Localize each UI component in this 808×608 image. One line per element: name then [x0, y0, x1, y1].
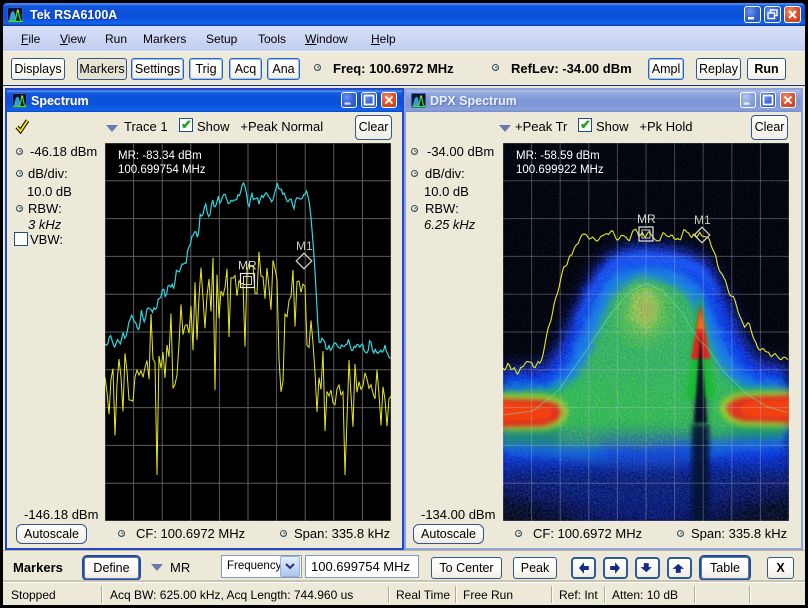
svg-text:M1: M1 [694, 213, 711, 227]
svg-text:100.699922 MHz: 100.699922 MHz [516, 164, 604, 176]
svg-text:100.699754 MHz: 100.699754 MHz [118, 164, 206, 176]
svg-text:MR: -58.59 dBm: MR: -58.59 dBm [516, 150, 600, 162]
svg-text:MR: MR [238, 259, 257, 273]
svg-text:MR: MR [637, 212, 656, 226]
svg-text:MR: -83.34 dBm: MR: -83.34 dBm [118, 150, 202, 162]
svg-text:M1: M1 [296, 239, 313, 253]
